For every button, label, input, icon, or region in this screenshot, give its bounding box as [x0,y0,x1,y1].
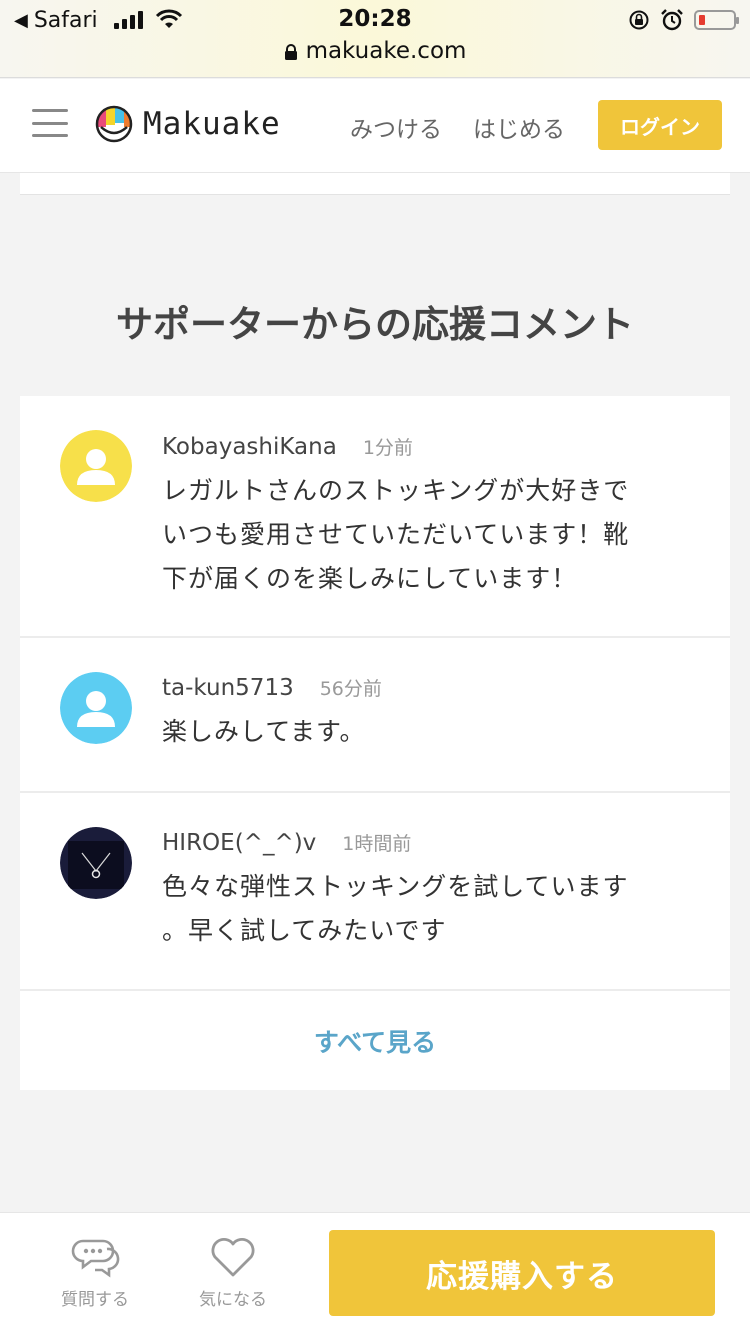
comment-text: 楽しみしてます。 [162,710,682,754]
favorite-button[interactable]: 気になる [183,1235,283,1310]
hamburger-menu-icon[interactable] [32,109,68,137]
necklace-photo-icon [60,827,132,899]
previous-section-card [20,173,730,195]
address-bar[interactable]: makuake.com [0,38,750,64]
battery-icon [694,10,739,30]
comment-line: 下が届くのを楽しみにしています！ [162,564,578,593]
bottom-action-bar: 質問する 気になる 応援購入する [0,1212,750,1334]
ask-question-label: 質問する [61,1290,129,1310]
makuake-logo[interactable]: Makuake [95,105,281,143]
lock-icon [284,44,297,60]
comment-line: 楽しみしてます。 [162,717,366,746]
url-text: makuake.com [305,38,467,64]
nav-start[interactable]: はじめる [473,110,565,144]
comment-time: 1時間前 [342,833,412,855]
avatar[interactable] [60,430,132,502]
comment-line: 。早く試してみたいです [162,916,447,945]
comment-line: レガルトさんのストッキングが大好きで [162,476,630,505]
supporter-comments: KobayashiKana 1分前 レガルトさんのストッキングが大好きで いつも… [20,396,730,1090]
avatar[interactable] [60,827,132,899]
see-all-comments-link[interactable]: すべて見る [20,991,730,1090]
makuake-logo-icon [95,105,133,143]
comment-line: 色々な弾性ストッキングを試しています [162,872,629,901]
comment-text: 色々な弾性ストッキングを試しています 。早く試してみたいです [162,865,682,953]
comment-user-name[interactable]: KobayashiKana [162,434,337,460]
ask-question-button[interactable]: 質問する [45,1235,145,1310]
favorite-label: 気になる [199,1290,267,1310]
comment-time: 56分前 [319,678,382,700]
logo-text: Makuake [143,106,281,142]
login-button[interactable]: ログイン [598,100,722,150]
comment-line: いつも愛用させていただいています！靴 [162,520,630,549]
comment-text: レガルトさんのストッキングが大好きで いつも愛用させていただいています！靴 下が… [162,469,682,601]
alarm-icon [661,9,683,31]
site-header: Makuake みつける はじめる ログイン [0,79,750,173]
comment-time: 1分前 [362,437,413,459]
comment-user-name[interactable]: ta-kun5713 [162,675,294,701]
comment-item: ta-kun5713 56分前 楽しみしてます。 [20,638,730,793]
nav-find[interactable]: みつける [350,110,442,144]
orientation-lock-icon [629,10,649,30]
avatar[interactable] [60,672,132,744]
comment-user-name[interactable]: HIROE(^_^)v [162,830,316,856]
heart-icon [211,1238,255,1277]
comment-item: KobayashiKana 1分前 レガルトさんのストッキングが大好きで いつも… [20,396,730,638]
ios-status-bar: ◀ Safari 20:28 makuake.com [0,0,750,78]
user-silhouette-icon [60,672,132,744]
speech-bubble-icon [71,1239,120,1278]
section-title: サポーターからの応援コメント [116,303,634,346]
user-silhouette-icon [60,430,132,502]
comment-item: HIROE(^_^)v 1時間前 色々な弾性ストッキングを試しています 。早く試… [20,793,730,991]
support-purchase-button[interactable]: 応援購入する [329,1230,715,1316]
